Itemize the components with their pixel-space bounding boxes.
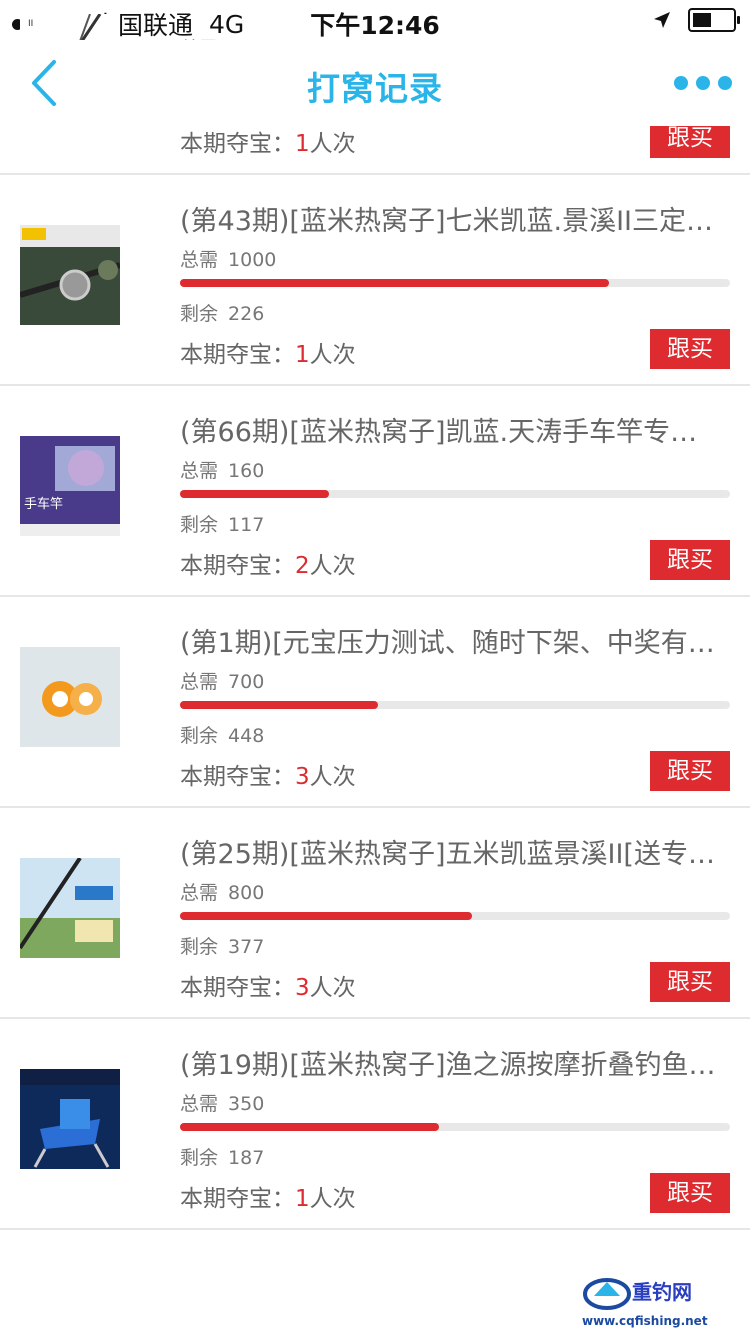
need-label: 总需 (180, 882, 219, 904)
product-thumbnail[interactable] (20, 1069, 120, 1169)
follow-buy-button[interactable]: 跟买 (650, 540, 730, 580)
remaining: 剩余 226 (180, 299, 264, 326)
product-thumbnail[interactable] (20, 858, 120, 958)
follow-buy-button[interactable]: 跟买 (650, 1173, 730, 1213)
remain-label: 剩余 (180, 1147, 219, 1169)
need-label: 总需 (180, 249, 219, 271)
page-title: 打窝记录 (307, 69, 443, 108)
progress-fill (180, 912, 472, 920)
remain-label: 剩余 (180, 303, 219, 325)
list-item[interactable]: (第19期)[蓝米热窝子]渔之源按摩折叠钓鱼… 总需 350 剩余 187 本期夺宝… (0, 1019, 750, 1230)
more-dot-icon (718, 76, 732, 90)
progress-bar (180, 701, 730, 709)
progress-fill (180, 1123, 439, 1131)
need-value: 800 (228, 882, 265, 904)
svg-text:手车竿: 手车竿 (24, 496, 63, 512)
participation-count: 本期夺宝：2人次 (180, 546, 356, 580)
list-item[interactable]: (第43期)[蓝米热窝子]七米凯蓝.景溪II三定… 总需 1000 剩余 226 本… (0, 175, 750, 386)
remaining: 剩余 448 (180, 721, 264, 748)
svg-text:II: II (28, 19, 33, 29)
total-need: 总需 350 (180, 1089, 264, 1116)
count-prefix: 本期夺宝： (180, 975, 295, 1001)
total-need: 总需 160 (180, 456, 264, 483)
count-suffix: 人次 (309, 342, 356, 368)
need-value: 350 (228, 1093, 265, 1115)
progress-bar (180, 279, 730, 287)
product-thumbnail[interactable] (20, 647, 120, 747)
count-value: 3 (295, 975, 310, 1001)
progress-bar (180, 490, 730, 498)
participation-count: 本期夺宝：1人次 (180, 1179, 356, 1213)
progress-bar (180, 1123, 730, 1131)
more-dot-icon (696, 76, 710, 90)
item-title[interactable]: (第25期)[蓝米热窝子]五米凯蓝景溪II[送专… (180, 832, 725, 871)
item-title[interactable]: (第1期)[元宝压力测试、随时下架、中奖有… (180, 621, 725, 660)
more-button[interactable] (674, 68, 734, 98)
count-suffix: 人次 (309, 553, 356, 579)
participation-count: 本期夺宝：1人次 (180, 124, 356, 158)
count-value: 3 (295, 764, 310, 790)
remain-value: 448 (228, 725, 265, 747)
count-value: 1 (295, 131, 310, 157)
need-label: 总需 (180, 671, 219, 693)
item-title[interactable]: (第19期)[蓝米热窝子]渔之源按摩折叠钓鱼… (180, 1043, 725, 1082)
list-item[interactable]: (第1期)[元宝压力测试、随时下架、中奖有… 总需 700 剩余 448 本期夺宝：… (0, 597, 750, 808)
need-value: 160 (228, 460, 265, 482)
remain-value: 377 (228, 936, 265, 958)
remain-value: 226 (228, 303, 265, 325)
participation-count: 本期夺宝：3人次 (180, 757, 356, 791)
total-need: 总需 1000 (180, 245, 276, 272)
item-title[interactable]: (第43期)[蓝米热窝子]七米凯蓝.景溪II三定… (180, 199, 725, 238)
product-thumbnail[interactable] (20, 225, 120, 325)
need-value: 700 (228, 671, 265, 693)
count-prefix: 本期夺宝： (180, 1186, 295, 1212)
remain-value: 117 (228, 514, 265, 536)
follow-buy-button[interactable]: 跟买 (650, 751, 730, 791)
watermark-logo-text: 重钓网 (632, 1280, 692, 1304)
count-value: 1 (295, 1186, 310, 1212)
remain-label: 剩余 (180, 514, 219, 536)
total-need: 总需 800 (180, 878, 264, 905)
count-prefix: 本期夺宝： (180, 131, 295, 157)
logo-icon (583, 1278, 631, 1310)
count-prefix: 本期夺宝： (180, 553, 295, 579)
product-thumbnail[interactable]: 手车竿 (20, 436, 120, 536)
progress-fill (180, 279, 609, 287)
more-dot-icon (674, 76, 688, 90)
remain-value: 187 (228, 1147, 265, 1169)
remaining: 剩余 117 (180, 510, 264, 537)
count-suffix: 人次 (309, 1186, 356, 1212)
need-label: 总需 (180, 1093, 219, 1115)
participation-count: 本期夺宝：1人次 (180, 335, 356, 369)
list-item[interactable]: 手车竿 (第66期)[蓝米热窝子]凯蓝.天涛手车竿专… 总需 160 剩余 117 … (0, 386, 750, 597)
follow-buy-button[interactable]: 跟买 (650, 329, 730, 369)
count-prefix: 本期夺宝： (180, 764, 295, 790)
record-list: IIT-E K 总需1260 剩余477 本期夺宝：1人次 跟买 (第43期)[… (0, 0, 750, 1230)
progress-fill (180, 701, 378, 709)
item-title[interactable]: (第66期)[蓝米热窝子]凯蓝.天涛手车竿专… (180, 410, 725, 449)
need-value: 1000 (228, 249, 277, 271)
count-suffix: 人次 (309, 131, 356, 157)
progress-fill (180, 490, 329, 498)
watermark-url: www.cqfishing.net (582, 1314, 708, 1328)
list-item[interactable]: (第25期)[蓝米热窝子]五米凯蓝景溪II[送专… 总需 800 剩余 377 本期… (0, 808, 750, 1019)
count-value: 2 (295, 553, 310, 579)
remain-label: 剩余 (180, 936, 219, 958)
remaining: 剩余 377 (180, 932, 264, 959)
count-value: 1 (295, 342, 310, 368)
count-suffix: 人次 (309, 975, 356, 1001)
total-need: 总需 700 (180, 667, 264, 694)
count-prefix: 本期夺宝： (180, 342, 295, 368)
progress-bar (180, 912, 730, 920)
participation-count: 本期夺宝：3人次 (180, 968, 356, 1002)
remain-label: 剩余 (180, 725, 219, 747)
remaining: 剩余 187 (180, 1143, 264, 1170)
count-suffix: 人次 (309, 764, 356, 790)
nav-bar: 打窝记录 (0, 40, 750, 126)
need-label: 总需 (180, 460, 219, 482)
site-watermark: 重钓网 www.cqfishing.net (582, 1274, 742, 1328)
follow-buy-button[interactable]: 跟买 (650, 962, 730, 1002)
